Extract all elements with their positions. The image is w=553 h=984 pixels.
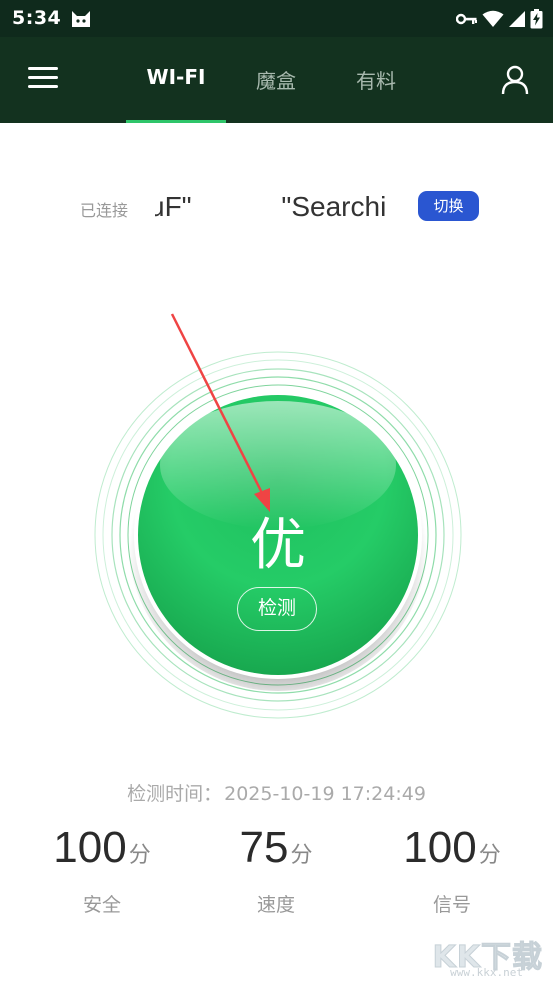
status-bar: 5:34 <box>0 0 553 37</box>
tab-wifi[interactable]: WI-FI <box>126 65 226 95</box>
vpn-key-icon <box>456 13 477 25</box>
cat-notification-icon <box>72 11 90 27</box>
signal-icon <box>509 11 525 27</box>
network-quality-gauge: 优 检测 <box>88 345 468 725</box>
tab-label: WI-FI <box>146 65 206 89</box>
ssid-left: uF" <box>155 191 192 222</box>
connected-label: 已连接 <box>80 201 129 220</box>
check-time-label: 检测时间： <box>127 783 223 805</box>
ssid-text: uF" "Searchi <box>155 191 386 223</box>
check-time: 检测时间： 2025-10-19 17:24:49 <box>0 779 553 806</box>
stat-value: 100 <box>403 823 477 872</box>
watermark-url: www.kkx.net <box>450 966 523 979</box>
tab-mohe[interactable]: 魔盒 <box>226 65 326 95</box>
stat-speed: 75分 速度 <box>186 822 366 917</box>
stat-label: 信号 <box>432 894 471 916</box>
tab-label: 有料 <box>356 69 396 93</box>
menu-icon-line <box>28 85 58 88</box>
wifi-icon <box>482 10 504 27</box>
check-time-value: 2025-10-19 17:24:49 <box>224 783 426 805</box>
ssid-right: "Searchi <box>281 191 387 222</box>
stat-security: 100分 安全 <box>12 822 192 917</box>
active-tab-indicator <box>126 120 226 123</box>
stats-row: 100分 安全 75分 速度 100分 信号 <box>0 822 553 922</box>
stat-value: 100 <box>53 823 127 872</box>
ssid-marquee: uF" "Searchi <box>155 187 400 229</box>
tab-label: 魔盒 <box>256 69 296 93</box>
battery-charging-icon <box>530 9 543 29</box>
stat-value: 75 <box>239 823 289 872</box>
switch-network-button[interactable]: 切换 <box>418 191 479 221</box>
stat-unit: 分 <box>128 843 151 868</box>
tab-youliao[interactable]: 有料 <box>326 65 426 95</box>
user-profile-icon[interactable] <box>501 65 529 95</box>
stat-unit: 分 <box>478 843 501 868</box>
status-icons <box>456 8 543 30</box>
status-time: 5:34 <box>12 7 62 29</box>
stat-label: 安全 <box>82 894 121 916</box>
menu-icon-line <box>28 76 58 79</box>
detect-button[interactable]: 检测 <box>237 587 317 631</box>
stat-label: 速度 <box>256 894 295 916</box>
connection-row: 已连接 uF" "Searchi 切换 <box>0 185 553 235</box>
menu-icon <box>28 67 58 70</box>
quality-grade: 优 <box>250 513 306 578</box>
watermark: KK下载 www.kkx.net <box>429 930 549 982</box>
stat-unit: 分 <box>290 843 313 868</box>
app-bar: WI-FI 魔盒 有料 <box>0 37 553 123</box>
stat-signal: 100分 信号 <box>362 822 542 917</box>
menu-button[interactable] <box>28 67 58 91</box>
